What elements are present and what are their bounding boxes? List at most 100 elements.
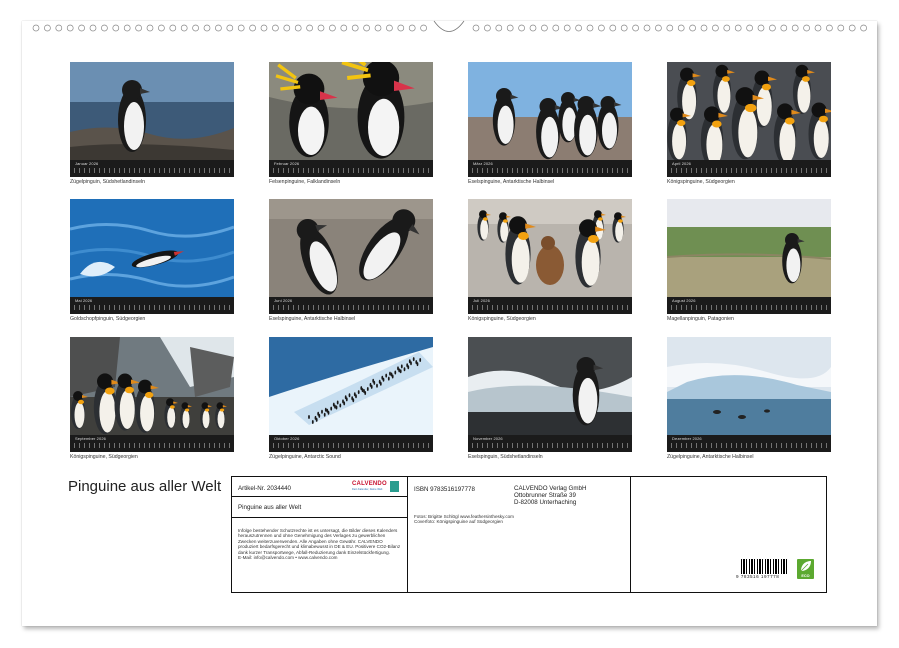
legal-notice: Infolge bestehender Schutzrechte ist es …	[238, 528, 400, 555]
month-label: Dezember 2026	[672, 436, 702, 441]
publisher-address: CALVENDO Verlag GmbH Ottobrunner Straße …	[514, 485, 586, 506]
month-photo	[667, 62, 831, 160]
month-caption: Königspinguine, Südgeorgien	[70, 454, 234, 460]
article-number: Artikel-Nr. 2034440	[238, 485, 291, 492]
day-grid	[472, 168, 628, 173]
day-grid	[273, 443, 429, 448]
day-grid	[273, 168, 429, 173]
day-grid	[74, 305, 230, 310]
day-grid	[472, 443, 628, 448]
calvendo-logo-tagline: Dein Kalender, Deine Welt	[352, 488, 382, 491]
calendar-strip: Juni 2026	[269, 297, 433, 314]
barcode-lines	[741, 559, 789, 574]
day-grid	[472, 305, 628, 310]
leaf-icon	[797, 559, 814, 573]
calendar-title: Pinguine aus aller Welt	[68, 480, 221, 494]
title-row: Pinguine aus aller Welt	[232, 497, 407, 518]
month-thumbnail: April 2026 Königspinguine, Südgeorgien	[667, 62, 831, 185]
calendar-strip: Mai 2026	[70, 297, 234, 314]
month-label: Mai 2026	[75, 298, 92, 303]
day-grid	[273, 305, 429, 310]
info-title: Pinguine aus aller Welt	[238, 504, 301, 511]
cover-credit: Coverfoto: Königspinguine auf Südgeorgie…	[414, 519, 514, 524]
month-thumbnail: September 2026 Königspinguine, Südgeorgie…	[70, 337, 234, 460]
month-label: September 2026	[75, 436, 106, 441]
month-thumbnail: Februar 2026 Felsenpinguine, Falklandinse…	[269, 62, 433, 185]
month-photo	[70, 337, 234, 435]
month-thumbnail: November 2026 Eselspinguin, Südshetlandin…	[468, 337, 632, 460]
month-caption: Felsenpinguine, Falklandinseln	[269, 179, 433, 185]
barcode: 9 783516 197778	[736, 559, 790, 580]
calendar-strip: September 2026	[70, 435, 234, 452]
month-label: März 2026	[473, 161, 493, 166]
day-grid	[74, 168, 230, 173]
day-grid	[671, 443, 827, 448]
barcode-number: 9 783516 197778	[736, 574, 779, 579]
calendar-strip: Dezember 2026	[667, 435, 831, 452]
day-grid	[671, 168, 827, 173]
calendar-strip: Januar 2026	[70, 160, 234, 177]
month-photo	[269, 62, 433, 160]
month-caption: Eselspinguine, Antarktische Halbinsel	[468, 179, 632, 185]
calendar-strip: März 2026	[468, 160, 632, 177]
month-label: Oktober 2026	[274, 436, 299, 441]
month-photo	[468, 337, 632, 435]
month-thumbnail: Juni 2026 Eselspinguine, Antarktische Hal…	[269, 199, 433, 322]
month-label: Juni 2026	[274, 298, 292, 303]
calendar-strip: Oktober 2026	[269, 435, 433, 452]
month-photo	[468, 62, 632, 160]
contact-line: E-Mail: info@calvendo.com • www.calvendo…	[238, 555, 337, 560]
eco-label-text: ECO	[797, 574, 814, 578]
legal-text: Infolge bestehender Schutzrechte ist es …	[238, 528, 403, 560]
month-caption: Goldschopfpinguin, Südgeorgien	[70, 316, 234, 322]
month-thumbnail: Januar 2026 Zügelpinguin, Südshetlandinse…	[70, 62, 234, 185]
day-grid	[671, 305, 827, 310]
calendar-strip: Februar 2026	[269, 160, 433, 177]
publisher-city: D-82008 Unterhaching	[514, 499, 586, 506]
calendar-strip: November 2026	[468, 435, 632, 452]
month-caption: Königspinguine, Südgeorgien	[468, 316, 632, 322]
article-row: Artikel-Nr. 2034440 CALVENDO Dein Kalend…	[232, 477, 407, 497]
calvendo-logo: CALVENDO Dein Kalender, Deine Welt	[352, 481, 399, 493]
month-photo	[269, 337, 433, 435]
month-photo	[667, 337, 831, 435]
month-caption: Zügelpinguine, Antarctic Sound	[269, 454, 433, 460]
month-label: Februar 2026	[274, 161, 299, 166]
calendar-strip: August 2026	[667, 297, 831, 314]
month-photo	[70, 199, 234, 297]
publisher-name: CALVENDO Verlag GmbH	[514, 485, 586, 492]
month-thumbnail: August 2026 Magellanpinguin, Patagonien	[667, 199, 831, 322]
month-photo	[70, 62, 234, 160]
publisher-street: Ottobrunner Straße 39	[514, 492, 586, 499]
month-caption: Königspinguine, Südgeorgien	[667, 179, 831, 185]
month-photo	[468, 199, 632, 297]
month-photo	[269, 199, 433, 297]
month-label: Juli 2026	[473, 298, 490, 303]
month-thumbnail: März 2026 Eselspinguine, Antarktische Hal…	[468, 62, 632, 185]
month-thumbnail: Juli 2026 Königspinguine, Südgeorgien	[468, 199, 632, 322]
month-label: November 2026	[473, 436, 503, 441]
info-box: Artikel-Nr. 2034440 CALVENDO Dein Kalend…	[231, 476, 827, 593]
info-column-barcode: 9 783516 197778 ECO	[631, 477, 826, 592]
month-thumbnail: Oktober 2026 Zügelpinguine, Antarctic Sou…	[269, 337, 433, 460]
day-grid	[74, 443, 230, 448]
month-label: April 2026	[672, 161, 691, 166]
info-column-publisher: ISBN 9783516197778 CALVENDO Verlag GmbH …	[408, 477, 631, 592]
eco-label-icon: ECO	[797, 559, 814, 579]
month-caption: Magellanpinguin, Patagonien	[667, 316, 831, 322]
isbn: ISBN 9783516197778	[414, 486, 475, 493]
month-caption: Zügelpinguin, Südshetlandinseln	[70, 179, 234, 185]
month-label: August 2026	[672, 298, 696, 303]
calvendo-logo-word: CALVENDO	[352, 481, 387, 487]
photo-credits: Fotos: Brigitte Schlögl www.feathersinth…	[414, 514, 514, 525]
month-caption: Eselspinguine, Antarktische Halbinsel	[269, 316, 433, 322]
month-thumbnail: Dezember 2026 Zügelpinguine, Antarktische…	[667, 337, 831, 460]
calendar-strip: April 2026	[667, 160, 831, 177]
month-caption: Zügelpinguine, Antarktische Halbinsel	[667, 454, 831, 460]
month-thumbnail: Mai 2026 Goldschopfpinguin, Südgeorgien	[70, 199, 234, 322]
month-label: Januar 2026	[75, 161, 98, 166]
month-photo	[667, 199, 831, 297]
calendar-strip: Juli 2026	[468, 297, 632, 314]
month-caption: Eselspinguin, Südshetlandinseln	[468, 454, 632, 460]
info-column-article: Artikel-Nr. 2034440 CALVENDO Dein Kalend…	[232, 477, 408, 592]
